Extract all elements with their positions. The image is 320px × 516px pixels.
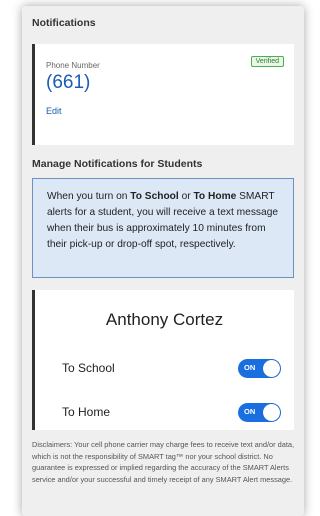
info-text-2: or bbox=[178, 191, 194, 202]
phone-number-label: Phone Number bbox=[46, 61, 100, 70]
disclaimer-text: Disclaimers: Your cell phone carrier may… bbox=[32, 440, 295, 484]
phone-number-card: Phone Number Verified (661) Edit bbox=[32, 44, 294, 145]
to-home-toggle-state: ON bbox=[244, 407, 256, 416]
verified-badge: Verified bbox=[250, 56, 284, 67]
info-text-1: When you turn on bbox=[47, 191, 131, 202]
info-to-home-bold: To Home bbox=[193, 191, 237, 202]
notifications-panel: Notifications Phone Number Verified (661… bbox=[22, 6, 304, 516]
edit-phone-link[interactable]: Edit bbox=[46, 106, 62, 116]
student-name: Anthony Cortez bbox=[105, 310, 224, 329]
to-home-toggle-knob bbox=[263, 404, 280, 421]
phone-number-value: (661) bbox=[46, 72, 91, 93]
to-school-toggle[interactable]: ON bbox=[238, 359, 281, 378]
to-school-label: To School bbox=[62, 361, 115, 375]
manage-notifications-title: Manage Notifications for Students bbox=[32, 158, 203, 170]
to-school-toggle-knob bbox=[263, 360, 280, 377]
student-card: Anthony Cortez To School ON To Home ON bbox=[32, 290, 294, 430]
smart-alerts-info-box: When you turn on To School or To Home SM… bbox=[32, 178, 294, 278]
to-home-label: To Home bbox=[62, 405, 111, 419]
to-school-toggle-state: ON bbox=[244, 363, 256, 372]
info-to-school-bold: To School bbox=[130, 191, 179, 202]
notifications-title: Notifications bbox=[32, 17, 96, 29]
to-home-toggle[interactable]: ON bbox=[238, 403, 281, 422]
